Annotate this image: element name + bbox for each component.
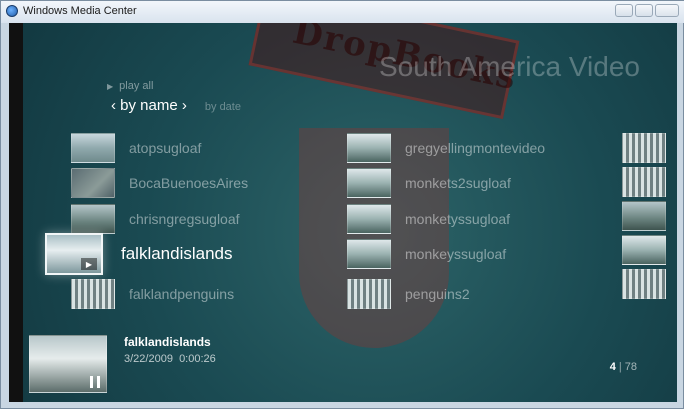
video-thumbnail bbox=[71, 279, 115, 309]
list-item[interactable]: chrisngregsugloaf bbox=[71, 204, 240, 234]
video-title: gregyellingmontevideo bbox=[405, 140, 546, 156]
window-controls bbox=[615, 4, 679, 17]
thumbnail-column bbox=[622, 133, 668, 303]
list-item[interactable]: monketyssugloaf bbox=[347, 204, 510, 234]
pause-icon bbox=[90, 376, 100, 388]
selected-video-date: 3/22/2009 bbox=[124, 353, 173, 365]
list-item[interactable]: penguins2 bbox=[347, 279, 470, 309]
selected-video-duration: 0:00:26 bbox=[179, 353, 216, 365]
selected-video-title: falklandislands bbox=[124, 335, 211, 349]
list-item-focused[interactable]: ▶ falklandislands bbox=[45, 233, 233, 275]
media-center-icon bbox=[6, 5, 18, 17]
minimize-button[interactable] bbox=[615, 4, 633, 17]
video-thumbnail bbox=[347, 133, 391, 163]
video-title: monkets2sugloaf bbox=[405, 175, 511, 191]
play-all-button[interactable]: ▶ play all bbox=[107, 80, 153, 92]
video-title: chrisngregsugloaf bbox=[129, 211, 240, 227]
title-bar: Windows Media Center bbox=[1, 1, 684, 23]
list-item[interactable]: monkeyssugloaf bbox=[347, 239, 506, 269]
page-total: 78 bbox=[624, 361, 637, 373]
selected-video-meta: 3/22/2009 0:00:26 bbox=[124, 353, 216, 365]
list-item[interactable]: falklandpenguins bbox=[71, 279, 234, 309]
video-thumbnail[interactable] bbox=[622, 133, 666, 163]
video-title: falklandislands bbox=[121, 244, 233, 263]
play-icon: ▶ bbox=[81, 258, 97, 270]
list-item[interactable]: gregyellingmontevideo bbox=[347, 133, 545, 163]
video-thumbnail[interactable] bbox=[622, 235, 666, 265]
media-library-view: DropBooks South America Video ▶ play all … bbox=[9, 23, 677, 402]
selected-video-thumbnail[interactable] bbox=[29, 335, 107, 393]
video-thumbnail: ▶ bbox=[45, 233, 103, 275]
window-title: Windows Media Center bbox=[23, 5, 137, 17]
video-thumbnail bbox=[71, 204, 115, 234]
list-item[interactable]: BocaBuenoesAires bbox=[71, 168, 248, 198]
sort-current[interactable]: ‹ by name › bbox=[111, 97, 187, 114]
sort-current-label: by name bbox=[120, 97, 178, 114]
video-title: monketyssugloaf bbox=[405, 211, 511, 227]
maximize-button[interactable] bbox=[635, 4, 653, 17]
close-button[interactable] bbox=[655, 4, 679, 17]
video-title: BocaBuenoesAires bbox=[129, 175, 249, 191]
play-all-label: play all bbox=[119, 80, 154, 92]
video-title: falklandpenguins bbox=[129, 286, 235, 302]
video-title: penguins2 bbox=[405, 286, 470, 302]
video-title: atopsugloaf bbox=[129, 140, 202, 156]
video-thumbnail[interactable] bbox=[622, 167, 666, 197]
video-thumbnail bbox=[347, 239, 391, 269]
video-thumbnail bbox=[347, 168, 391, 198]
list-item[interactable]: monkets2sugloaf bbox=[347, 168, 511, 198]
video-thumbnail bbox=[347, 279, 391, 309]
page-title: South America Video bbox=[379, 51, 640, 82]
sort-selector[interactable]: ‹ by name › by date bbox=[111, 97, 241, 114]
page-current: 4 bbox=[609, 361, 616, 373]
video-title: monkeyssugloaf bbox=[405, 246, 507, 262]
video-thumbnail[interactable] bbox=[622, 201, 666, 231]
video-thumbnail[interactable] bbox=[622, 269, 666, 299]
video-thumbnail bbox=[347, 204, 391, 234]
media-center-window: Windows Media Center DropBooks South Ame… bbox=[0, 0, 684, 409]
page-indicator: 4 | 78 bbox=[610, 361, 637, 373]
video-thumbnail bbox=[71, 133, 115, 163]
play-icon: ▶ bbox=[107, 82, 114, 91]
video-thumbnail bbox=[71, 168, 115, 198]
page-separator: | bbox=[618, 361, 622, 373]
sort-by-date[interactable]: by date bbox=[205, 101, 241, 113]
list-item[interactable]: atopsugloaf bbox=[71, 133, 201, 163]
